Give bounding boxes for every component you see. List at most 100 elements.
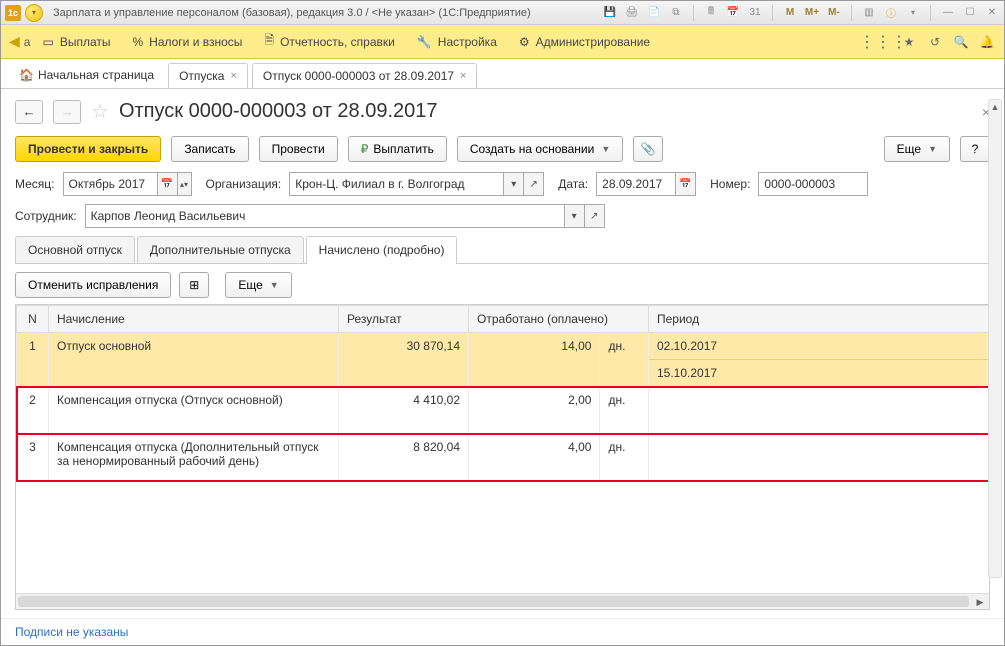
app-title: Зарплата и управление персоналом (базова…	[53, 7, 531, 19]
pay-button[interactable]: ₽Выплатить	[348, 136, 447, 162]
nav-reports[interactable]: 🗎 Отчетность, справки	[254, 27, 404, 56]
titlebar-left: 1c ▾ Зарплата и управление персоналом (б…	[5, 4, 531, 22]
history-icon[interactable]: ↺	[926, 33, 944, 51]
cell-period	[649, 387, 989, 434]
compare-icon[interactable]: ⧉	[668, 5, 684, 21]
nav-admin[interactable]: ⚙ Администрирование	[509, 31, 660, 53]
save-icon[interactable]: 💾	[602, 5, 618, 21]
separator	[772, 5, 773, 21]
save-button[interactable]: Записать	[171, 136, 248, 162]
columns-settings-button[interactable]: ⊞	[179, 272, 209, 298]
home-tab[interactable]: 🏠 Начальная страница	[9, 62, 164, 88]
dropdown-icon[interactable]: ▾	[504, 172, 524, 196]
col-result[interactable]: Результат	[339, 306, 469, 333]
calendar-icon[interactable]: 📅	[158, 172, 178, 196]
open-icon[interactable]: ↗	[585, 204, 605, 228]
scroll-up-icon[interactable]: ▲	[989, 100, 1001, 114]
date-label: Дата:	[558, 177, 588, 191]
tab-vacations[interactable]: Отпуска ×	[168, 63, 248, 88]
attachments-button[interactable]: 📎	[633, 136, 663, 162]
info-dropdown-icon[interactable]: ▾	[905, 5, 921, 21]
more-button[interactable]: Еще▼	[225, 272, 291, 298]
nav-label: Администрирование	[536, 35, 650, 49]
cell-period	[649, 434, 989, 481]
form-row-2: Сотрудник: Карпов Леонид Васильевич ▾ ↗	[15, 204, 990, 228]
cell-worked: 4,00	[469, 434, 600, 481]
table-row[interactable]: 3 Компенсация отпуска (Дополнительный от…	[17, 434, 989, 481]
panel-icon[interactable]: ▥	[861, 5, 877, 21]
minimize-icon[interactable]: —	[940, 5, 956, 21]
content-area: ← → ☆ Отпуск 0000-000003 от 28.09.2017 ×…	[1, 89, 1004, 618]
spinner-icon[interactable]: ▴▾	[178, 172, 192, 196]
post-and-close-button[interactable]: Провести и закрыть	[15, 136, 161, 162]
document-icon[interactable]: 📄	[646, 5, 662, 21]
star-icon[interactable]: ★	[900, 33, 918, 51]
report-icon: 🗎	[264, 31, 274, 52]
tab-vacation-doc[interactable]: Отпуск 0000-000003 от 28.09.2017 ×	[252, 63, 478, 88]
m-button[interactable]: M	[782, 5, 798, 21]
wrench-icon: 🔧	[417, 35, 432, 49]
nav-taxes[interactable]: % Налоги и взносы	[122, 31, 252, 53]
nav-back-button[interactable]: ←	[15, 100, 43, 124]
scrollbar-thumb[interactable]	[18, 596, 969, 607]
nav-settings[interactable]: 🔧 Настройка	[407, 31, 507, 53]
apps-icon[interactable]: ⋮⋮⋮	[874, 33, 892, 51]
create-based-button[interactable]: Создать на основании▼	[457, 136, 623, 162]
col-period[interactable]: Период	[649, 306, 989, 333]
nav-forward-button[interactable]: →	[53, 100, 81, 124]
month-input[interactable]: Октябрь 2017	[63, 172, 158, 196]
cell-n: 1	[17, 333, 49, 387]
calendar-icon[interactable]: 📅	[725, 5, 741, 21]
print-icon[interactable]: 🖨	[624, 5, 640, 21]
table-row[interactable]: 1 Отпуск основной 30 870,14 14,00 дн. 02…	[17, 333, 989, 387]
cancel-corrections-button[interactable]: Отменить исправления	[15, 272, 171, 298]
percent-icon: %	[132, 35, 143, 49]
m-plus-button[interactable]: M+	[804, 5, 820, 21]
favorite-icon[interactable]: ☆	[91, 99, 109, 124]
help-button[interactable]: ?	[960, 136, 990, 162]
dropdown-icon[interactable]: ▾	[565, 204, 585, 228]
number-input[interactable]: 0000-000003	[758, 172, 868, 196]
wallet-icon: ▭	[42, 35, 53, 49]
cell-accrual: Отпуск основной	[49, 333, 339, 387]
search-icon[interactable]: 🔍	[952, 33, 970, 51]
col-accrual[interactable]: Начисление	[49, 306, 339, 333]
close-icon[interactable]: ×	[460, 70, 466, 82]
tab-toolbar: Отменить исправления ⊞ Еще▼	[15, 272, 990, 298]
col-n[interactable]: N	[17, 306, 49, 333]
m-minus-button[interactable]: M-	[826, 5, 842, 21]
employee-input[interactable]: Карпов Леонид Васильевич	[85, 204, 565, 228]
tab-additional-vacations[interactable]: Дополнительные отпуска	[137, 236, 304, 263]
separator	[693, 5, 694, 21]
horizontal-scrollbar[interactable]: ▶	[16, 593, 989, 609]
org-label: Организация:	[206, 177, 282, 191]
open-icon[interactable]: ↗	[524, 172, 544, 196]
close-icon[interactable]: ×	[230, 70, 236, 82]
form-row-1: Месяц: Октябрь 2017 📅 ▴▾ Организация: Кр…	[15, 172, 990, 196]
col-worked[interactable]: Отработано (оплачено)	[469, 306, 649, 333]
calendar-icon[interactable]: 📅	[676, 172, 696, 196]
app-menu-dropdown[interactable]: ▾	[25, 4, 43, 22]
date-icon[interactable]: 31	[747, 5, 763, 21]
post-button[interactable]: Провести	[259, 136, 338, 162]
calc-icon[interactable]: 🖩	[703, 5, 719, 21]
info-icon[interactable]: ⓘ	[883, 5, 899, 21]
bell-icon[interactable]: 🔔	[978, 33, 996, 51]
home-tab-label: Начальная страница	[38, 68, 154, 82]
signatures-link[interactable]: Подписи не указаны	[1, 618, 1004, 645]
tab-accrued-detail[interactable]: Начислено (подробно)	[306, 236, 458, 263]
back-icon[interactable]: ◀	[9, 33, 20, 50]
accruals-table: N Начисление Результат Отработано (оплач…	[16, 305, 989, 481]
tab-main-vacation[interactable]: Основной отпуск	[15, 236, 135, 263]
close-window-icon[interactable]: ✕	[984, 5, 1000, 21]
table-row[interactable]: 2 Компенсация отпуска (Отпуск основной) …	[17, 387, 989, 434]
separator	[851, 5, 852, 21]
more-button[interactable]: Еще▼	[884, 136, 950, 162]
date-field-group: 28.09.2017 📅	[596, 172, 696, 196]
date-input[interactable]: 28.09.2017	[596, 172, 676, 196]
vertical-scrollbar[interactable]: ▲	[988, 99, 1002, 578]
org-input[interactable]: Крон-Ц. Филиал в г. Волгоград	[289, 172, 504, 196]
maximize-icon[interactable]: ☐	[962, 5, 978, 21]
nav-payments[interactable]: ▭ Выплаты	[32, 31, 120, 53]
scroll-right-icon[interactable]: ▶	[973, 595, 987, 609]
